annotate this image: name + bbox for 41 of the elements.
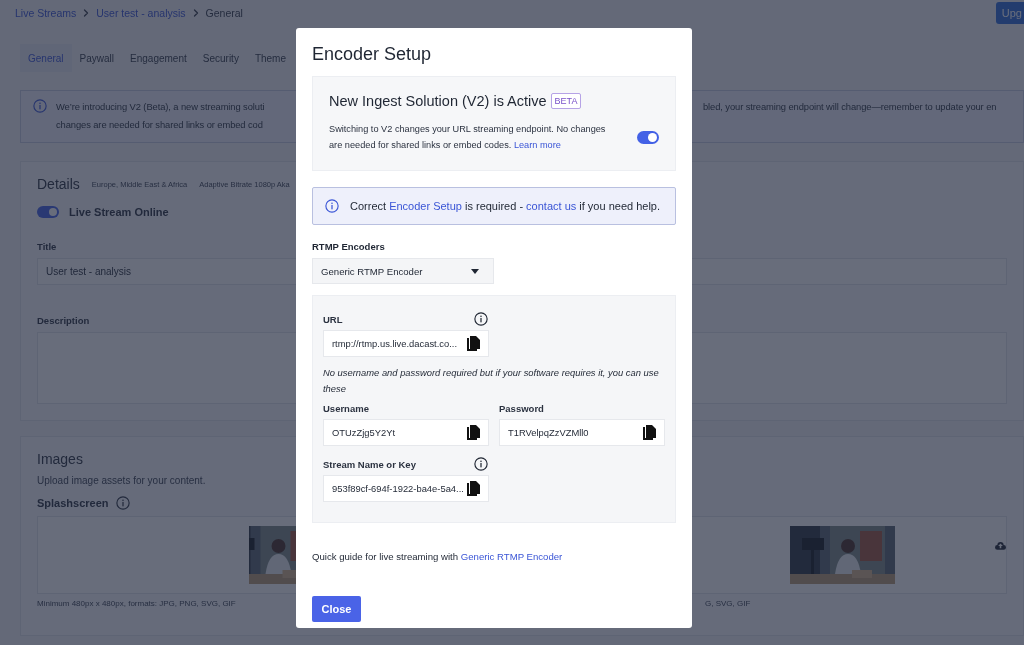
encoder-select[interactable]: Generic RTMP Encoder	[312, 258, 494, 284]
copy-icon[interactable]	[643, 425, 656, 440]
section-subtitle: Upload image assets for your content.	[37, 475, 206, 486]
section-title: Images	[37, 451, 83, 467]
copy-icon[interactable]	[467, 481, 480, 496]
cloud-upload-icon[interactable]	[995, 539, 1006, 551]
copy-field[interactable]: T1RVelpqZzVZMll0	[499, 419, 665, 446]
caret-icon	[471, 268, 479, 274]
ingest-title: New Ingest Solution (V2) is Active	[329, 93, 547, 109]
learn-more-link[interactable]: Learn more	[513, 140, 561, 150]
beta-badge: BETA	[550, 93, 582, 109]
info-icon	[325, 199, 339, 213]
info-icon	[33, 99, 47, 113]
alert-link[interactable]: contact us	[526, 200, 577, 212]
copy-icon[interactable]	[467, 425, 480, 440]
toggle-switch[interactable]	[637, 130, 659, 144]
toggle-label: Live Stream Online	[69, 206, 169, 218]
section-label: RTMP Encoders	[312, 241, 386, 252]
guide-link[interactable]: Generic RTMP Encoder	[460, 551, 563, 562]
dialog-title: Encoder Setup	[312, 44, 433, 64]
field-label: Password	[499, 402, 544, 414]
guide-text: Quick guide for live streaming with Generic RTMP Encoder	[312, 551, 564, 562]
copy-field[interactable]: 953f89cf-694f-1922-ba4e-5a4...	[323, 475, 489, 502]
section-title: Details	[37, 176, 80, 192]
copy-icon[interactable]	[467, 336, 480, 351]
breadcrumb-current: General	[205, 7, 243, 19]
alert-text: Correct Encoder Setup is required - contact us if you need help.	[350, 200, 661, 212]
credentials-note: No username and password required but if your software requires it, you can use these	[323, 366, 660, 396]
field-label: Description	[37, 315, 90, 326]
ingest-description: Switching to V2 changes your URL streaming endpoint. No changes are needed for shared links or embed codes. Learn more	[329, 123, 607, 152]
field-label: Username	[323, 402, 369, 414]
copy-field[interactable]: rtmp://rtmp.us.live.dacast.co...	[323, 330, 489, 357]
field-label: Stream Name or Key	[323, 458, 416, 470]
close-button[interactable]: Close	[312, 596, 361, 622]
toggle-switch[interactable]	[37, 206, 59, 218]
field-label: URL	[323, 313, 343, 325]
copy-field[interactable]: OTUzZjg5Y2Yt	[323, 419, 489, 446]
splashscreen-label: Splashscreen	[37, 497, 109, 509]
field-label: Title	[37, 241, 57, 252]
alert-link[interactable]: Encoder Setup	[389, 200, 462, 212]
info-icon	[115, 496, 130, 510]
